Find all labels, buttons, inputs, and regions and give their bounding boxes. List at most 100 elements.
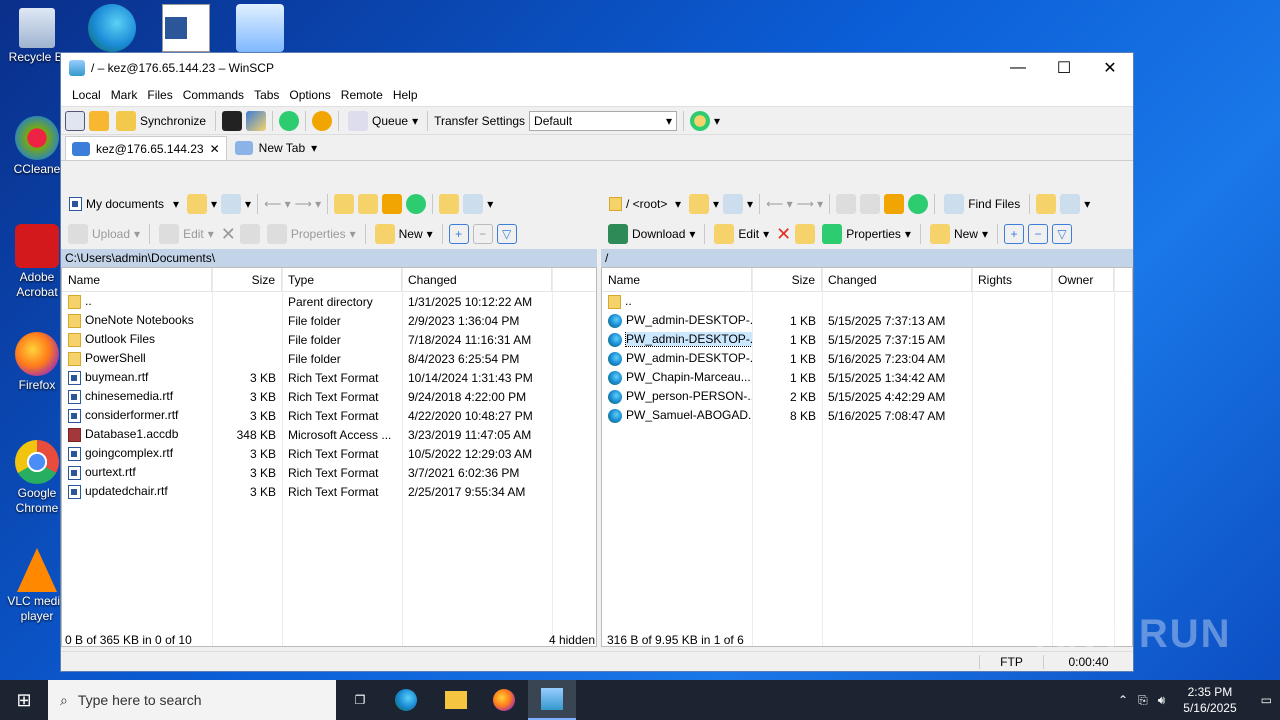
left-file-row[interactable]: OneNote Notebooks File folder 2/9/2023 1:3…	[62, 311, 596, 330]
left-file-row[interactable]: chinesemedia.rtf 3 KB Rich Text Format 9/24…	[62, 387, 596, 406]
delete-icon[interactable]: ✕	[776, 224, 791, 245]
refresh-icon[interactable]	[279, 110, 300, 131]
parent-dir-icon[interactable]	[836, 194, 857, 214]
close-tab-icon[interactable]: ✕	[210, 142, 220, 156]
chevron-down-icon[interactable]: ▾	[211, 197, 217, 211]
unselect-icon[interactable]: −	[1028, 224, 1048, 244]
new-button[interactable]: New ▾	[372, 224, 436, 244]
select-all-icon[interactable]: +	[1004, 224, 1024, 244]
maximize-button[interactable]: ☐	[1041, 53, 1087, 83]
close-button[interactable]: ✕	[1087, 53, 1133, 83]
refresh-icon[interactable]	[908, 194, 929, 214]
menu-options[interactable]: Options	[284, 88, 335, 102]
left-file-row[interactable]: buymean.rtf 3 KB Rich Text Format 10/14/202…	[62, 368, 596, 387]
menu-tabs[interactable]: Tabs	[249, 88, 284, 102]
taskbar-firefox[interactable]	[480, 680, 528, 720]
tree-icon[interactable]	[439, 194, 460, 214]
taskbar-search[interactable]: ⌕ Type here to search	[48, 680, 336, 720]
tab-session[interactable]: kez@176.65.144.23 ✕	[65, 136, 227, 160]
menu-remote[interactable]: Remote	[336, 88, 388, 102]
open-folder-icon[interactable]	[689, 194, 709, 214]
new-button[interactable]: New ▾	[927, 224, 991, 244]
keep-up-to-date-icon[interactable]	[89, 110, 109, 131]
console-icon[interactable]	[222, 110, 243, 131]
left-file-row[interactable]: ourtext.rtf 3 KB Rich Text Format 3/7/2021 …	[62, 463, 596, 482]
tab-new[interactable]: New Tab ▾	[229, 136, 324, 160]
transfer-settings-select[interactable]: Default ▾	[529, 110, 678, 131]
left-file-row[interactable]: Outlook Files File folder 7/18/2024 11:16:…	[62, 330, 596, 349]
download-button[interactable]: Download ▾	[605, 224, 698, 244]
left-file-row[interactable]: updatedchair.rtf 3 KB Rich Text Format 2/25…	[62, 482, 596, 501]
root-dir-icon[interactable]	[860, 194, 881, 214]
left-file-row[interactable]: goingcomplex.rtf 3 KB Rich Text Format 10/5…	[62, 444, 596, 463]
column-header-name[interactable]: Name	[602, 267, 752, 292]
column-header-size[interactable]: Size	[752, 267, 822, 292]
delete-icon[interactable]: ✕	[221, 224, 236, 245]
compare-dirs-icon[interactable]	[65, 110, 85, 131]
synchronize-button[interactable]: Synchronize	[113, 110, 209, 131]
right-path-bar[interactable]: /	[601, 249, 1133, 267]
filter-select-icon[interactable]: ▽	[1052, 224, 1072, 244]
chevron-down-icon[interactable]: ▾	[245, 197, 251, 211]
tree-icon[interactable]	[1036, 194, 1057, 214]
root-dir-icon[interactable]	[358, 194, 379, 214]
chevron-down-icon[interactable]: ▾	[713, 197, 719, 211]
queue-button[interactable]: Queue ▾	[345, 110, 421, 131]
task-view-button[interactable]: ❐	[336, 680, 384, 720]
left-file-row[interactable]: Database1.accdb 348 KB Microsoft Access ..…	[62, 425, 596, 444]
network-icon[interactable]: ⎘	[1138, 693, 1148, 708]
minimize-button[interactable]: —	[995, 53, 1041, 83]
filter-select-icon[interactable]: ▽	[496, 224, 517, 244]
find-files-button[interactable]: Find Files	[941, 194, 1023, 214]
home-icon[interactable]	[884, 194, 905, 214]
open-folder-icon[interactable]	[187, 194, 207, 214]
column-header-size[interactable]: Size	[212, 267, 282, 292]
volume-icon[interactable]: 🔊︎	[1158, 693, 1166, 708]
start-button[interactable]: ⊞	[0, 680, 48, 720]
rename-icon[interactable]	[795, 224, 816, 244]
upload-button[interactable]: Upload ▾	[65, 224, 143, 244]
taskbar-edge[interactable]	[384, 680, 432, 720]
right-location-select[interactable]: / <root> ▾	[605, 194, 685, 214]
forward-icon[interactable]: ⟶ ▾	[797, 197, 824, 211]
back-icon[interactable]: ⟵ ▾	[264, 197, 291, 211]
column-header-rights[interactable]: Rights	[972, 267, 1052, 292]
refresh-icon[interactable]	[406, 194, 427, 214]
rename-icon[interactable]	[239, 224, 260, 244]
preferences-gear-icon[interactable]	[312, 110, 333, 131]
column-header-changed[interactable]: Changed	[822, 267, 972, 292]
view-icon[interactable]	[1060, 194, 1081, 214]
left-path-bar[interactable]: C:\Users\admin\Documents\	[61, 249, 597, 267]
properties-button[interactable]: Properties ▾	[819, 224, 914, 244]
chevron-down-icon[interactable]: ▾	[747, 197, 753, 211]
column-header-changed[interactable]: Changed	[402, 267, 552, 292]
menu-mark[interactable]: Mark	[106, 88, 143, 102]
filter-icon[interactable]	[723, 194, 744, 214]
properties-button[interactable]: Properties ▾	[264, 224, 359, 244]
menu-files[interactable]: Files	[142, 88, 177, 102]
notifications-icon[interactable]: ▭	[1261, 693, 1272, 707]
back-icon[interactable]: ⟵ ▾	[766, 197, 793, 211]
select-all-icon[interactable]: +	[448, 224, 469, 244]
column-header-name[interactable]: Name	[62, 267, 212, 292]
view-icon[interactable]	[463, 194, 484, 214]
column-header-owner[interactable]: Owner	[1052, 267, 1114, 292]
taskbar-clock[interactable]: 2:35 PM 5/16/2025	[1183, 684, 1236, 716]
filter-icon[interactable]	[221, 194, 242, 214]
left-hidden-count[interactable]: 4 hidden	[545, 633, 595, 647]
edit-button[interactable]: Edit ▾	[156, 224, 217, 244]
forward-icon[interactable]: ⟶ ▾	[295, 197, 322, 211]
menu-help[interactable]: Help	[388, 88, 423, 102]
edit-button[interactable]: Edit ▾	[711, 224, 772, 244]
putty-icon[interactable]	[246, 110, 267, 131]
column-header-type[interactable]: Type	[282, 267, 402, 292]
taskbar-file-explorer[interactable]	[432, 680, 480, 720]
home-icon[interactable]	[382, 194, 403, 214]
sync-browsing-icon[interactable]	[690, 110, 711, 131]
desktop-icon-edge-top[interactable]	[88, 4, 136, 52]
desktop-icon-word-top[interactable]	[162, 4, 210, 52]
menu-local[interactable]: Local	[67, 88, 106, 102]
chevron-down-icon[interactable]: ▾	[487, 197, 493, 211]
chevron-down-icon[interactable]: ▾	[1084, 197, 1090, 211]
menu-commands[interactable]: Commands	[178, 88, 249, 102]
